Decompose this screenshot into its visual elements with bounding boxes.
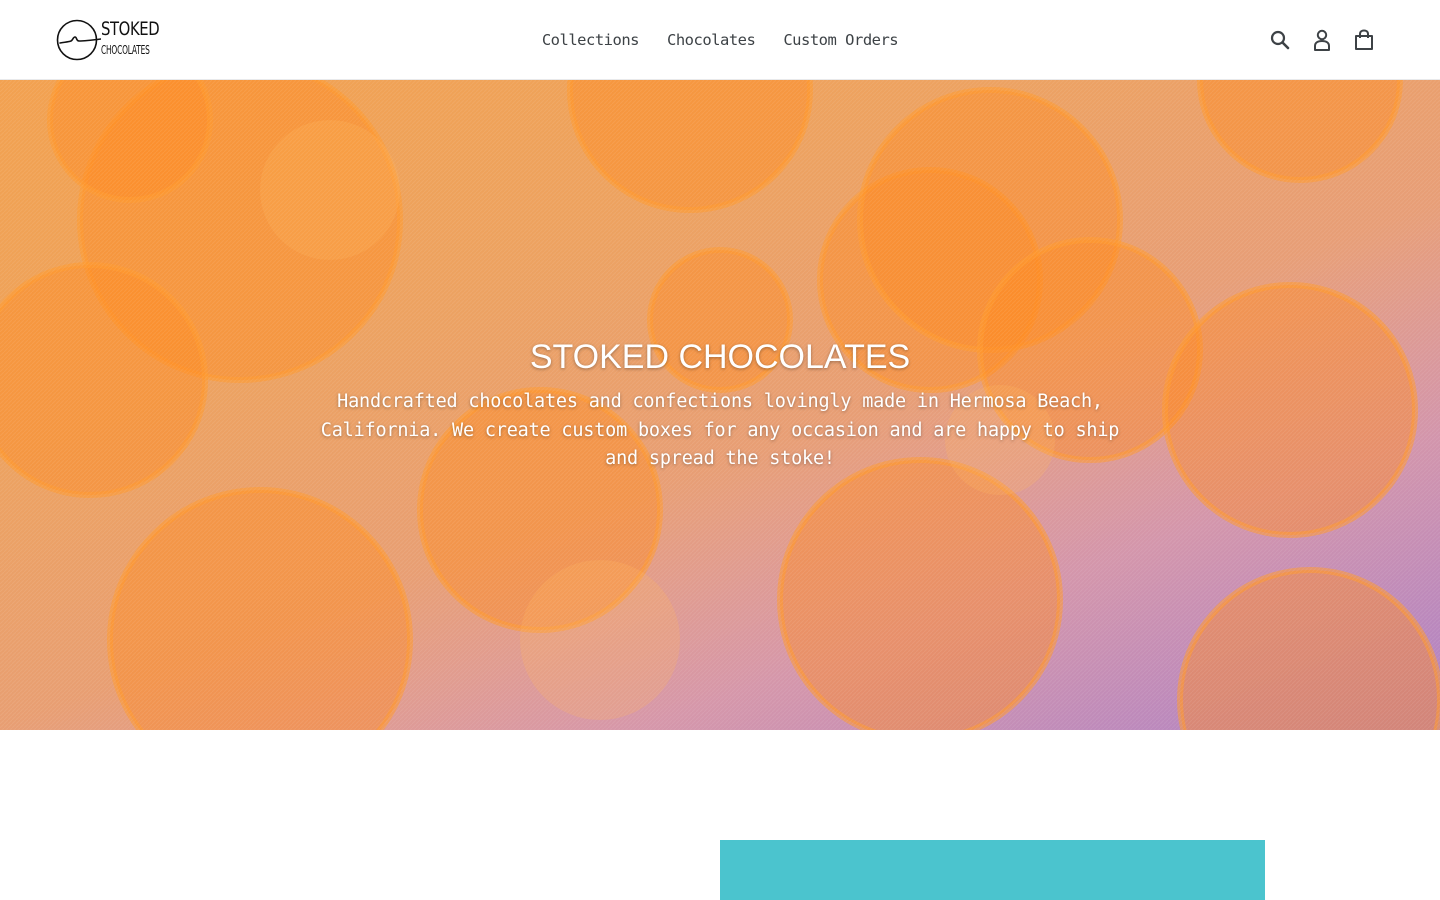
logo-text-stoked: STOKED — [101, 18, 160, 40]
search-button[interactable] — [1266, 24, 1294, 56]
hero-content: STOKED CHOCOLATES Handcrafted chocolates… — [300, 336, 1140, 474]
main-nav: Collections Chocolates Custom Orders — [0, 0, 1440, 80]
featured-image-block — [720, 840, 1265, 900]
logo[interactable]: STOKED CHOCOLATES — [55, 17, 165, 63]
hero-title: STOKED CHOCOLATES — [529, 338, 911, 376]
hero-description: Handcrafted chocolates and confections l… — [320, 391, 1120, 469]
site-header: STOKED CHOCOLATES Collections Chocolates… — [0, 0, 1440, 80]
header-icons — [1266, 24, 1378, 56]
nav-link-collections[interactable]: Collections — [528, 0, 653, 80]
wave-logo-icon — [56, 19, 101, 61]
cart-button[interactable] — [1350, 24, 1378, 56]
logo-text-chocolates: CHOCOLATES — [101, 43, 150, 57]
nav-link-custom-orders[interactable]: Custom Orders — [769, 0, 912, 80]
nav-link-chocolates[interactable]: Chocolates — [653, 0, 769, 80]
cart-icon — [1355, 29, 1373, 50]
account-button[interactable] — [1308, 24, 1336, 56]
account-icon — [1314, 29, 1330, 51]
hero-banner: STOKED CHOCOLATES Handcrafted chocolates… — [0, 80, 1440, 730]
search-icon — [1270, 30, 1290, 50]
